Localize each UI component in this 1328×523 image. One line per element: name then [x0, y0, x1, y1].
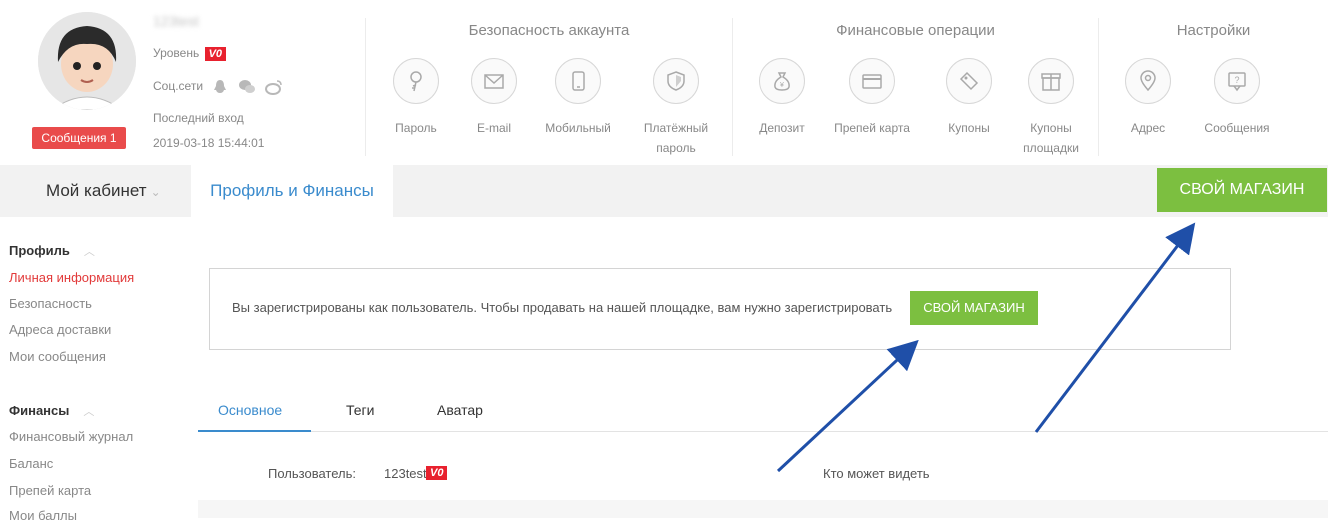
tab-basic[interactable]: Основное — [218, 402, 282, 418]
sidebar-section-label: Финансы — [9, 403, 70, 418]
group-title-finance: Финансовые операции — [836, 22, 995, 39]
quick-link-payment-password[interactable]: Платёжный пароль — [636, 58, 716, 158]
my-shop-button-top[interactable]: СВОЙ МАГАЗИН — [1157, 168, 1327, 212]
quick-link-label: Депозит — [759, 121, 805, 135]
svg-text:¥: ¥ — [780, 82, 784, 89]
quick-link-label: Платёжный пароль — [643, 121, 709, 155]
messages-badge[interactable]: Сообщения 1 — [32, 127, 126, 149]
svg-text:?: ? — [1234, 75, 1239, 85]
sidebar-item-prepaid-card[interactable]: Препей карта — [9, 483, 91, 498]
social-row: Соц.сети — [153, 79, 289, 95]
quick-link-label: Пароль — [395, 121, 437, 135]
level-badge: V0 — [426, 465, 448, 480]
nav-my-cabinet-label: Мой кабинет — [46, 181, 147, 200]
quick-link-label: Купоны площадки — [1023, 121, 1079, 155]
next-row-background — [198, 500, 1328, 518]
group-title-security: Безопасность аккаунта — [468, 22, 630, 39]
notice-text: Вы зарегистрированы как пользователь. Чт… — [232, 300, 893, 315]
sidebar-item-security[interactable]: Безопасность — [9, 296, 92, 311]
quick-link-mobile[interactable]: Мобильный — [538, 58, 618, 138]
quick-link-label: Адрес — [1130, 121, 1166, 135]
sidebar-item-my-messages[interactable]: Мои сообщения — [9, 349, 106, 364]
quick-link-platform-coupons[interactable]: Купоны площадки — [1011, 58, 1091, 158]
level-badge: V0 — [204, 46, 227, 61]
sidebar-section-label: Профиль — [9, 243, 70, 258]
phone-icon — [572, 71, 585, 91]
level-label: Уровень — [153, 46, 200, 60]
quick-link-label: Сообщения — [1204, 121, 1270, 135]
quick-link-label: Купоны — [948, 121, 990, 135]
sidebar-section-profile[interactable]: Профиль ︿ — [9, 243, 95, 259]
question-message-icon: ? — [1228, 72, 1246, 92]
level-row: Уровень V0 — [153, 46, 227, 61]
tab-avatar[interactable]: Аватар — [437, 402, 483, 418]
social-label: Соц.сети — [153, 79, 204, 94]
user-level-badge: V0 — [426, 464, 448, 480]
wechat-icon[interactable] — [238, 79, 256, 95]
quick-link-messages[interactable]: ? Сообщения — [1197, 58, 1277, 138]
quick-link-email[interactable]: E-mail — [454, 58, 534, 138]
tab-tags[interactable]: Теги — [346, 402, 374, 418]
user-label: Пользователь: — [268, 466, 356, 481]
quick-link-label: E-mail — [476, 121, 511, 135]
chevron-down-icon: ⌄ — [150, 185, 161, 199]
main-nav: Мой кабинет ⌄ Профиль и Финансы СВОЙ МАГА… — [0, 165, 1328, 217]
username-blurred: 123test — [153, 13, 199, 29]
mail-icon — [484, 74, 504, 89]
quick-link-coupons[interactable]: Купоны — [929, 58, 1009, 138]
avatar[interactable] — [38, 12, 136, 110]
sidebar-item-finance-log[interactable]: Финансовый журнал — [9, 429, 133, 444]
last-login-time: 2019-03-18 15:44:01 — [153, 136, 265, 150]
card-icon — [862, 74, 882, 89]
quick-link-password[interactable]: Пароль — [376, 58, 456, 138]
money-bag-icon: ¥ — [774, 72, 790, 91]
coupon-icon — [959, 71, 979, 91]
weibo-icon[interactable] — [265, 79, 283, 95]
sidebar-item-personal-info[interactable]: Личная информация — [9, 270, 134, 285]
cartoon-avatar-icon — [38, 12, 136, 110]
key-icon — [410, 71, 422, 92]
sidebar-item-my-points[interactable]: Мои баллы — [9, 508, 77, 523]
shield-icon — [667, 71, 685, 91]
nav-tab-profile-finance[interactable]: Профиль и Финансы — [191, 165, 393, 217]
nav-my-cabinet[interactable]: Мой кабинет ⌄ — [46, 165, 161, 217]
qq-icon[interactable] — [212, 79, 228, 95]
seller-registration-notice: Вы зарегистрированы как пользователь. Чт… — [209, 268, 1231, 350]
gift-icon — [1041, 73, 1061, 91]
quick-link-label: Препей карта — [834, 121, 910, 135]
group-title-settings: Настройки — [1176, 22, 1251, 39]
quick-link-label: Мобильный — [545, 121, 611, 135]
user-value: 123test — [384, 466, 427, 481]
sidebar-item-balance[interactable]: Баланс — [9, 456, 53, 471]
sidebar-item-delivery-addresses[interactable]: Адреса доставки — [9, 322, 111, 337]
last-login-label: Последний вход — [153, 111, 244, 125]
location-icon — [1140, 70, 1156, 92]
quick-link-address[interactable]: Адрес — [1108, 58, 1188, 138]
visibility-label: Кто может видеть — [823, 466, 930, 481]
chevron-up-icon: ︿ — [83, 246, 95, 258]
chevron-up-icon: ︿ — [83, 406, 95, 418]
tabs-divider — [198, 431, 1328, 432]
sidebar-section-finance[interactable]: Финансы ︿ — [9, 403, 94, 419]
quick-link-deposit[interactable]: ¥ Депозит — [742, 58, 822, 138]
annotation-arrow-to-notice-button — [776, 339, 919, 473]
quick-link-prepaid-card[interactable]: Препей карта — [832, 58, 912, 138]
active-tab-indicator — [198, 430, 311, 432]
account-header: Сообщения 1 123test Уровень V0 Соц.сети … — [0, 0, 1328, 163]
my-shop-button-notice[interactable]: СВОЙ МАГАЗИН — [910, 291, 1038, 325]
